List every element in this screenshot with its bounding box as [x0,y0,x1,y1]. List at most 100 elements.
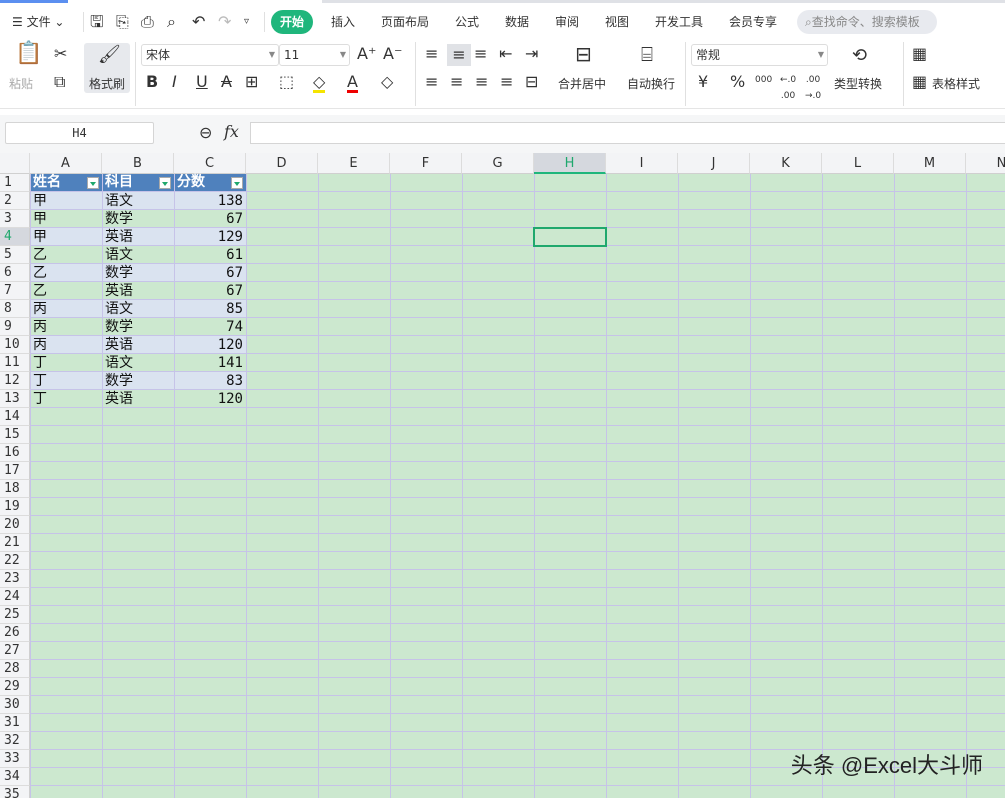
table-cell[interactable]: 乙 [31,264,101,282]
filter-dropdown-icon[interactable] [87,177,99,189]
save-icon[interactable]: 🖫 [90,14,104,30]
conditional-format-icon[interactable]: ▦ [912,46,927,62]
type-convert-button[interactable]: 类型转换 [834,75,882,92]
table-cell[interactable]: 乙 [31,246,101,264]
file-menu[interactable]: ☰ 文件 ⌄ [12,10,64,34]
column-header[interactable]: K [750,153,822,174]
filter-dropdown-icon[interactable] [159,177,171,189]
row-header[interactable]: 27 [0,642,30,660]
row-header[interactable]: 32 [0,732,30,750]
spreadsheet-grid[interactable]: A B C D E F G H I J K L M N 1 2 3 4 5 6 7 8 9 10 11 12 13 14 15 16 17 1… [0,153,1005,798]
table-cell[interactable]: 语文 [103,354,173,372]
row-header[interactable]: 17 [0,462,30,480]
table-cell[interactable]: 61 [175,246,245,264]
row-header[interactable]: 2 [0,192,30,210]
cut-icon[interactable]: ✂ [54,46,67,62]
table-cell[interactable]: 英语 [103,390,173,408]
align-top-icon[interactable]: ≡ [425,46,438,62]
bold-icon[interactable]: B [146,74,158,90]
table-cell[interactable]: 语文 [103,300,173,318]
table-cell[interactable]: 英语 [103,336,173,354]
copy-icon[interactable]: ⧉ [54,74,65,90]
table-cell[interactable]: 85 [175,300,245,318]
tab-home[interactable]: 开始 [271,10,314,34]
table-cell[interactable]: 语文 [103,192,173,210]
table-cell[interactable]: 数学 [103,318,173,336]
row-header[interactable]: 31 [0,714,30,732]
tab-view[interactable]: 视图 [605,10,629,34]
row-header[interactable]: 30 [0,696,30,714]
row-header[interactable]: 28 [0,660,30,678]
table-header-cell[interactable]: 科目 [103,174,174,191]
column-header[interactable]: C [174,153,246,174]
distributed-icon[interactable]: ⊟ [525,74,538,90]
row-header[interactable]: 4 [0,228,30,246]
column-header[interactable]: F [390,153,462,174]
number-format-select[interactable]: 常规 ▼ [691,44,828,66]
increase-decimal-icon[interactable]: ←.0.00 [780,72,796,104]
table-cell[interactable]: 甲 [31,192,101,210]
paste-icon[interactable]: 📋 [15,43,42,65]
row-header[interactable]: 7 [0,282,30,300]
column-header[interactable]: A [30,153,102,174]
decrease-font-icon[interactable]: A⁻ [383,46,402,62]
row-header[interactable]: 5 [0,246,30,264]
table-cell[interactable]: 丙 [31,336,101,354]
align-center-icon[interactable]: ≡ [450,74,463,90]
export-icon[interactable]: ⎘ [116,14,129,30]
tab-review[interactable]: 审阅 [555,10,579,34]
row-header[interactable]: 16 [0,444,30,462]
indent-icon[interactable]: ⇥ [525,46,538,62]
table-cell[interactable]: 甲 [31,228,101,246]
outdent-icon[interactable]: ⇤ [499,46,512,62]
row-header[interactable]: 9 [0,318,30,336]
table-cell[interactable]: 129 [175,228,245,246]
thousands-button[interactable]: 000 [755,72,772,88]
paste-button[interactable]: 粘贴 [9,75,33,92]
border-icon[interactable]: ⊞ [245,74,258,90]
table-cell[interactable]: 语文 [103,246,173,264]
row-header[interactable]: 10 [0,336,30,354]
table-cell[interactable]: 英语 [103,282,173,300]
row-header[interactable]: 26 [0,624,30,642]
align-left-icon[interactable]: ≡ [425,74,438,90]
table-cell[interactable]: 英语 [103,228,173,246]
row-header[interactable]: 34 [0,768,30,786]
row-header[interactable]: 13 [0,390,30,408]
row-header[interactable]: 19 [0,498,30,516]
tab-formulas[interactable]: 公式 [455,10,479,34]
row-header[interactable]: 8 [0,300,30,318]
table-header-cell[interactable]: 分数 [175,174,246,191]
row-header[interactable]: 15 [0,426,30,444]
justify-icon[interactable]: ≡ [500,74,513,90]
column-header[interactable]: L [822,153,894,174]
row-header[interactable]: 12 [0,372,30,390]
row-header[interactable]: 23 [0,570,30,588]
table-cell[interactable]: 丁 [31,372,101,390]
column-header[interactable]: J [678,153,750,174]
table-style-button[interactable]: 表格样式 [932,75,980,92]
row-header[interactable]: 11 [0,354,30,372]
column-header[interactable]: B [102,153,174,174]
tab-member[interactable]: 会员专享 [729,10,777,34]
filter-dropdown-icon[interactable] [231,177,243,189]
tab-page-layout[interactable]: 页面布局 [381,10,429,34]
select-all[interactable] [0,153,30,174]
table-cell[interactable]: 74 [175,318,245,336]
redo-icon[interactable]: ↷ [218,14,231,30]
table-cell[interactable]: 数学 [103,210,173,228]
table-cell[interactable]: 120 [175,336,245,354]
clear-icon[interactable]: ◇ [381,74,393,90]
font-name-select[interactable]: 宋体 ▼ [141,44,279,66]
tab-data[interactable]: 数据 [505,10,529,34]
name-box[interactable]: H4 [5,122,154,144]
table-cell[interactable]: 67 [175,282,245,300]
column-header[interactable]: H [534,153,606,174]
formula-input[interactable] [250,122,1005,144]
strikethrough-icon[interactable]: A [221,74,232,90]
align-right-icon[interactable]: ≡ [475,74,488,90]
table-cell[interactable]: 120 [175,390,245,408]
percent-button[interactable]: % [730,74,745,90]
merge-center-button[interactable]: 合并居中 [558,75,606,92]
table-cell[interactable]: 141 [175,354,245,372]
